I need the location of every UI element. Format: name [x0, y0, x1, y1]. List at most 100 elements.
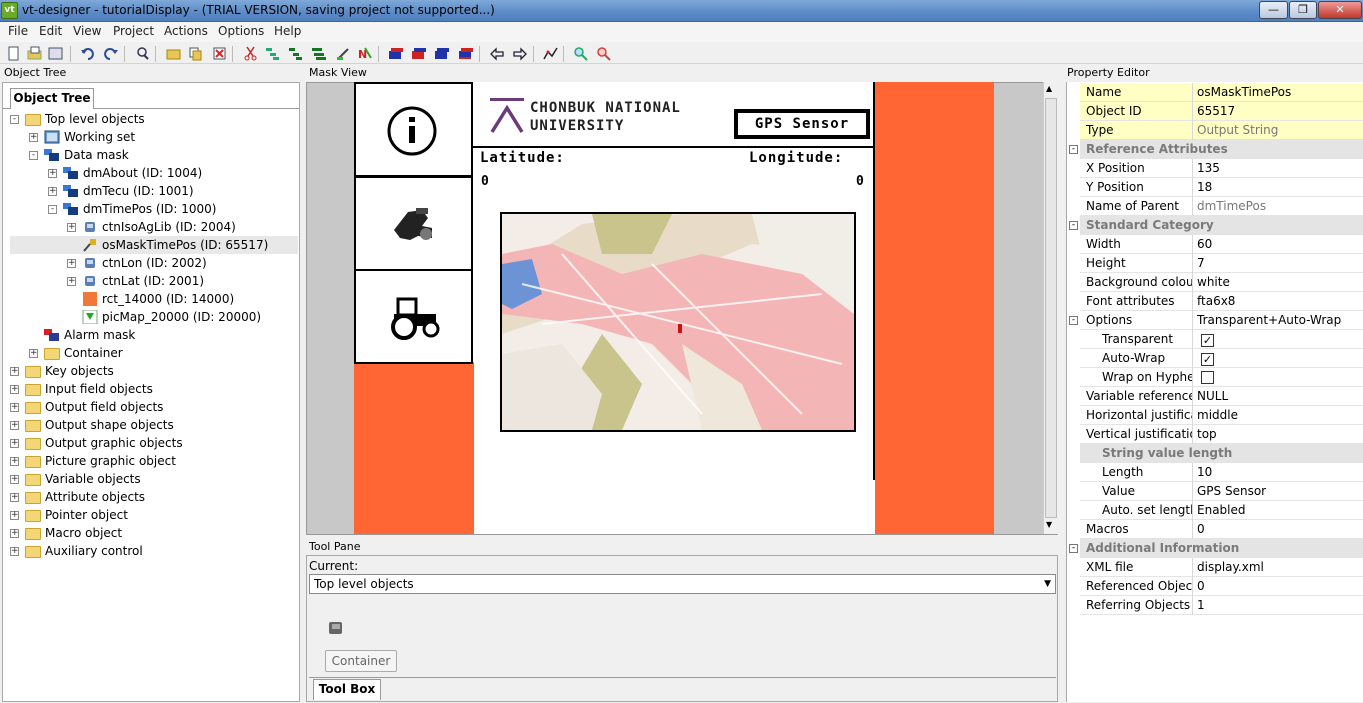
property-row[interactable]: Horizontal justification middle — [1080, 406, 1363, 425]
softkey-info[interactable] — [354, 82, 473, 177]
tree-item[interactable]: + ctnLat (ID: 2001) — [10, 272, 298, 290]
run-icon[interactable] — [541, 44, 559, 62]
close-button[interactable]: ✕ — [1318, 1, 1362, 19]
minimize-button[interactable]: — — [1259, 1, 1288, 19]
expand-icon[interactable]: + — [10, 420, 19, 430]
tree-collapse-icon[interactable] — [286, 44, 304, 62]
cut-icon[interactable] — [241, 44, 259, 62]
property-row[interactable]: Height 7 — [1080, 254, 1363, 273]
menu-edit[interactable]: Edit — [39, 24, 62, 38]
bar-purple-icon[interactable] — [456, 44, 474, 62]
unchecked-checkbox[interactable] — [1201, 371, 1214, 384]
zoom-out-icon[interactable] — [594, 44, 612, 62]
property-row[interactable]: Name of Parent dmTimePos — [1080, 197, 1363, 216]
softkey-sensor[interactable] — [354, 176, 473, 271]
menu-actions[interactable]: Actions — [164, 24, 208, 38]
property-row[interactable]: Transparent ✓ — [1080, 330, 1363, 349]
property-value[interactable]: display.xml — [1197, 560, 1264, 574]
property-row[interactable]: Macros 0 — [1080, 520, 1363, 539]
new-folder-icon[interactable] — [164, 44, 182, 62]
save-file-icon[interactable] — [46, 44, 64, 62]
tree-item[interactable]: + dmAbout (ID: 1004) — [10, 164, 298, 182]
expand-icon[interactable]: + — [10, 492, 19, 502]
expand-icon[interactable]: + — [10, 474, 19, 484]
property-value[interactable]: 18 — [1197, 180, 1212, 194]
scroll-up-icon[interactable]: ▲ — [1046, 84, 1052, 93]
property-value[interactable]: middle — [1197, 408, 1238, 422]
current-category-select[interactable]: Top level objects ▼ — [309, 574, 1056, 594]
expand-icon[interactable]: + — [10, 384, 19, 394]
property-row[interactable]: Options Transparent+Auto-Wrap — [1080, 311, 1363, 330]
tree-item[interactable]: + Output field objects — [10, 398, 298, 416]
property-value[interactable]: fta6x8 — [1197, 294, 1235, 308]
collapse-icon[interactable]: - — [1069, 221, 1078, 230]
expand-icon[interactable]: + — [29, 348, 38, 358]
bar-blue-icon[interactable] — [409, 44, 427, 62]
tree-item[interactable]: picMap_20000 (ID: 20000) — [10, 308, 298, 326]
property-category[interactable]: Additional Information — [1080, 539, 1363, 558]
mask-view-scrollbar[interactable]: ▲ ▼ — [1043, 82, 1058, 534]
tree-expand-icon[interactable] — [263, 44, 281, 62]
tree-item[interactable]: + Variable objects — [10, 470, 298, 488]
gps-sensor-label[interactable]: GPS Sensor — [734, 109, 870, 139]
property-value[interactable]: top — [1197, 427, 1217, 441]
property-row[interactable]: XML file display.xml — [1080, 558, 1363, 577]
property-row[interactable]: Font attributes fta6x8 — [1080, 292, 1363, 311]
expand-icon[interactable]: + — [10, 510, 19, 520]
expand-icon[interactable]: + — [10, 366, 19, 376]
property-value[interactable]: dmTimePos — [1197, 199, 1266, 213]
expand-icon[interactable]: + — [10, 546, 19, 556]
expand-icon[interactable]: + — [10, 402, 19, 412]
tab-object-tree[interactable]: Object Tree — [10, 88, 94, 109]
property-value[interactable]: 0 — [1197, 579, 1205, 593]
collapse-icon[interactable]: - — [1069, 316, 1078, 325]
tree-item[interactable]: + ctnIsoAgLib (ID: 2004) — [10, 218, 298, 236]
expand-icon[interactable]: + — [67, 222, 76, 232]
property-row[interactable]: Referenced Objects 0 — [1080, 577, 1363, 596]
expand-icon[interactable]: + — [67, 258, 76, 268]
tree-item[interactable]: - dmTimePos (ID: 1000) — [10, 200, 298, 218]
property-row[interactable]: Length 10 — [1080, 463, 1363, 482]
property-value[interactable]: 65517 — [1197, 104, 1235, 118]
tree-item[interactable]: + Container — [10, 344, 298, 362]
tree-item[interactable]: + Input field objects — [10, 380, 298, 398]
tree-item[interactable]: + Auxiliary control — [10, 542, 298, 560]
menu-options[interactable]: Options — [218, 24, 264, 38]
tree-item[interactable]: - Top level objects — [10, 110, 298, 128]
arrow-left-icon[interactable] — [487, 44, 505, 62]
property-row[interactable]: Auto. set length Enabled — [1080, 501, 1363, 520]
new-file-icon[interactable] — [4, 44, 22, 62]
tree-item[interactable]: + Output graphic objects — [10, 434, 298, 452]
undo-icon[interactable] — [78, 44, 96, 62]
softkey-tractor[interactable] — [354, 269, 473, 364]
property-category[interactable]: Standard Category — [1080, 216, 1363, 235]
tree-item[interactable]: + Pointer object — [10, 506, 298, 524]
property-value[interactable]: 135 — [1197, 161, 1220, 175]
bar-red-icon[interactable] — [386, 44, 404, 62]
property-value[interactable]: NULL — [1197, 389, 1228, 403]
property-row[interactable]: Auto-Wrap ✓ — [1080, 349, 1363, 368]
collapse-icon[interactable]: - — [10, 114, 19, 124]
checked-checkbox[interactable]: ✓ — [1201, 353, 1214, 366]
collapse-icon[interactable]: - — [29, 150, 38, 160]
tree-item[interactable]: + Picture graphic object — [10, 452, 298, 470]
property-value[interactable]: 10 — [1197, 465, 1212, 479]
expand-icon[interactable]: + — [67, 276, 76, 286]
menu-project[interactable]: Project — [113, 24, 154, 38]
tree-item[interactable]: + Working set — [10, 128, 298, 146]
property-row[interactable]: Name osMaskTimePos — [1080, 83, 1363, 102]
tree-item[interactable]: Alarm mask — [10, 326, 298, 344]
expand-icon[interactable]: + — [10, 438, 19, 448]
property-row[interactable]: Y Position 18 — [1080, 178, 1363, 197]
open-file-icon[interactable] — [25, 44, 43, 62]
maximize-button[interactable]: ❐ — [1289, 1, 1317, 19]
find-icon[interactable] — [133, 44, 151, 62]
container-button[interactable]: Container — [325, 650, 397, 672]
tree-move-icon[interactable] — [309, 44, 327, 62]
delete-icon[interactable] — [210, 44, 228, 62]
container-tool-icon[interactable] — [326, 618, 346, 638]
tree-item[interactable]: + Macro object — [10, 524, 298, 542]
property-value[interactable]: 0 — [1197, 522, 1205, 536]
copy-icon[interactable] — [186, 44, 204, 62]
property-value[interactable]: 60 — [1197, 237, 1212, 251]
